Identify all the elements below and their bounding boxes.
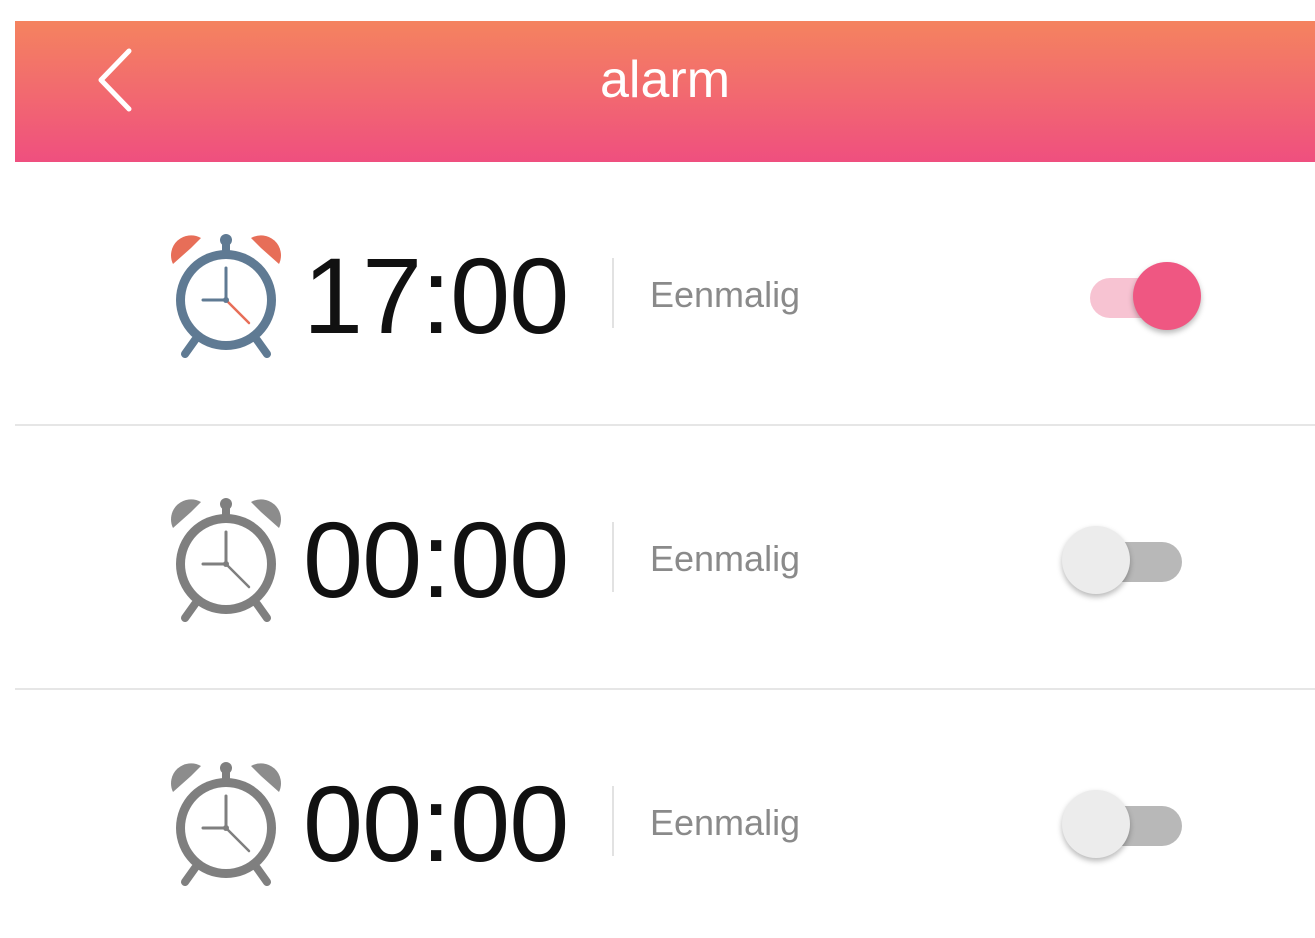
toggle-knob bbox=[1062, 790, 1130, 858]
toggle-knob bbox=[1062, 526, 1130, 594]
alarm-row[interactable]: 17:00 Eenmalig bbox=[0, 162, 1315, 426]
alarm-list: 17:00 Eenmalig 00:00 Eenmalig 00:00 Eenm… bbox=[0, 162, 1315, 938]
alarm-screen: alarm 17:00 Eenmalig 00:00 Eenmalig 00:0… bbox=[0, 0, 1315, 938]
alarm-row[interactable]: 00:00 Eenmalig bbox=[0, 690, 1315, 938]
repeat-label[interactable]: Eenmalig bbox=[650, 274, 800, 316]
divider bbox=[612, 786, 614, 856]
alarm-toggle[interactable] bbox=[1058, 520, 1208, 600]
repeat-label[interactable]: Eenmalig bbox=[650, 538, 800, 580]
alarm-clock-icon bbox=[165, 230, 287, 358]
alarm-clock-icon bbox=[165, 494, 287, 622]
alarm-time[interactable]: 00:00 bbox=[303, 500, 569, 620]
divider bbox=[612, 258, 614, 328]
repeat-label[interactable]: Eenmalig bbox=[650, 802, 800, 844]
alarm-row[interactable]: 00:00 Eenmalig bbox=[0, 426, 1315, 690]
app-header: alarm bbox=[15, 21, 1315, 162]
divider bbox=[612, 522, 614, 592]
alarm-time[interactable]: 00:00 bbox=[303, 764, 569, 884]
toggle-knob bbox=[1133, 262, 1201, 330]
alarm-time[interactable]: 17:00 bbox=[303, 236, 569, 356]
alarm-toggle[interactable] bbox=[1058, 784, 1208, 864]
alarm-toggle[interactable] bbox=[1058, 256, 1208, 336]
alarm-clock-icon bbox=[165, 758, 287, 886]
page-title: alarm bbox=[599, 51, 731, 109]
